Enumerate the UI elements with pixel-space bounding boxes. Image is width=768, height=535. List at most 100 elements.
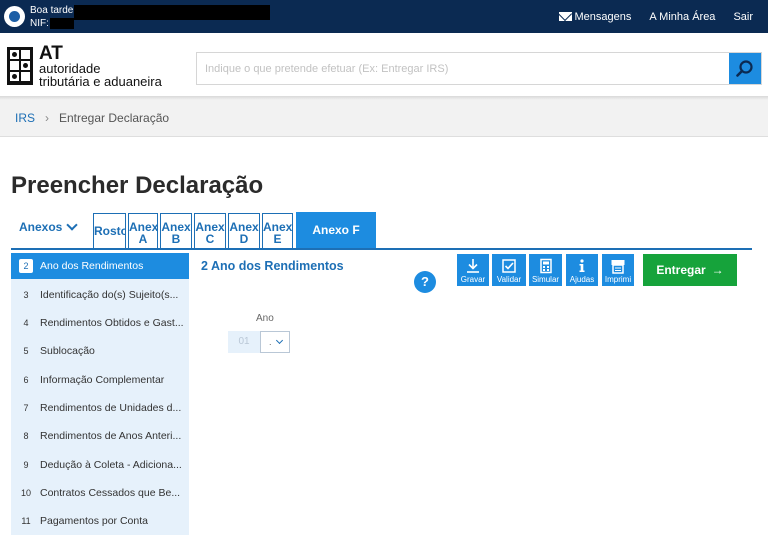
help-button[interactable]: ? [414,271,436,293]
sidebar-item-number: 6 [23,375,29,385]
redacted-name [74,5,270,20]
simular-label: Simular [531,275,560,284]
sidebar-item-label: Ano dos Rendimentos [40,260,144,272]
messages-link[interactable]: Mensagens [558,10,632,23]
sidebar-item-identificacao[interactable]: 3 Identificação do(s) Sujeito(s... [11,282,189,308]
user-avatar-icon [4,6,25,27]
simular-button[interactable]: Simular [529,254,562,286]
breadcrumb: IRS › Entregar Declaração [0,100,768,137]
tab-label: Rosto [94,224,126,238]
gravar-button[interactable]: Gravar [457,254,489,286]
chevron-down-icon [275,336,284,345]
sidebar-item-number: 10 [20,488,31,498]
info-icon [579,259,585,272]
sidebar-item-label: Pagamentos por Conta [40,515,148,527]
nif-label: NIF: [30,18,49,29]
arrow-right-icon: → [711,263,724,277]
ajudas-button[interactable]: Ajudas [566,254,598,286]
sidebar-item-number: 11 [21,516,31,526]
search-button[interactable] [729,53,761,84]
top-links: Mensagens A Minha Área Sair [541,0,753,33]
tab-sublabel: A [138,232,148,246]
ajudas-label: Ajudas [569,275,595,284]
search-box [196,52,762,85]
ano-prefix-field: 01 [228,331,260,353]
sidebar-item-rendimentos-anos-anteriores[interactable]: 8 Rendimentos de Anos Anteri... [11,423,189,449]
tab-sublabel: E [273,232,282,246]
sidebar-item-informacao-complementar[interactable]: 6 Informação Complementar [11,367,189,393]
ano-select[interactable]: . [260,331,290,353]
sidebar-item-number: 2 [19,259,33,273]
imprimir-button[interactable]: Imprimi [602,254,634,286]
my-area-link[interactable]: A Minha Área [649,11,715,23]
search-input[interactable] [205,53,725,84]
tab-sublabel: C [205,232,215,246]
sidebar-item-rendimentos-unidades[interactable]: 7 Rendimentos de Unidades d... [11,395,189,421]
redacted-nif [50,18,74,29]
imprimir-label: Imprimi [604,275,632,284]
mail-icon [558,12,572,21]
sidebar-item-label: Informação Complementar [40,374,165,386]
sidebar-item-number: 9 [23,460,29,470]
validar-label: Validar [496,275,522,284]
tab-anexo-c[interactable]: Anex C [194,213,226,249]
sidebar-item-label: Contratos Cessados que Be... [40,487,181,499]
sidebar-item-label: Rendimentos de Anos Anteri... [40,430,182,442]
breadcrumb-separator: › [45,111,49,125]
breadcrumb-current: Entregar Declaração [59,111,170,125]
search-icon [736,60,753,77]
section-title: 2 Ano dos Rendimentos [201,259,344,273]
sidebar-item-rendimentos-obtidos[interactable]: 4 Rendimentos Obtidos e Gast... [11,310,189,336]
greeting-text: Boa tarde, [30,5,77,16]
tab-label: Anexo F [312,223,360,237]
tab-anexo-a[interactable]: Anex A [128,213,158,249]
ano-select-value: . [269,337,272,347]
ano-label: Ano [256,313,274,324]
sidebar-item-number: 8 [23,431,29,441]
tab-anexo-f[interactable]: Anexo F [296,212,376,249]
top-bar: Boa tarde, NIF: Mensagens A Minha Área S… [0,0,768,33]
tab-anexo-d[interactable]: Anex D [228,213,260,249]
sidebar-item-label: Rendimentos Obtidos e Gast... [40,317,184,329]
validar-button[interactable]: Validar [492,254,526,286]
entregar-button[interactable]: Entregar → [643,254,737,286]
download-icon [467,259,479,273]
tab-sublabel: B [171,232,181,246]
tab-label: Anex [161,220,191,234]
sidebar-item-number: 3 [23,290,29,300]
sidebar-item-deducao-coleta[interactable]: 9 Dedução à Coleta - Adiciona... [11,452,189,478]
tab-sublabel: D [239,232,249,246]
page-title: Preencher Declaração [11,172,264,199]
anexos-dropdown-label: Anexos [19,220,63,234]
sidebar-item-pagamentos-por-conta[interactable]: 11 Pagamentos por Conta [11,508,189,534]
at-logo[interactable]: AT autoridade tributária e aduaneira [6,44,176,92]
sidebar-item-label: Dedução à Coleta - Adiciona... [40,459,182,471]
messages-label: Mensagens [574,10,632,23]
tab-label: Anex [263,220,293,234]
checkbox-check-icon [502,259,516,273]
tab-label: Anex [229,220,259,234]
anexos-dropdown[interactable]: Anexos [19,219,79,234]
chevron-down-icon [66,219,79,231]
logout-link[interactable]: Sair [733,11,753,23]
tab-label: Anex [129,220,158,234]
tab-anexo-e[interactable]: Anex E [262,213,293,249]
logo-line-2: tributária e aduaneira [39,74,162,89]
sidebar-item-contratos-cessados[interactable]: 10 Contratos Cessados que Be... [11,480,189,506]
gravar-label: Gravar [460,275,486,284]
printer-icon [611,260,625,274]
at-emblem-icon [7,47,33,85]
tab-underline [11,248,752,250]
sidebar-item-number: 4 [23,318,29,328]
sidebar-item-label: Rendimentos de Unidades d... [40,402,182,414]
tab-label: Anex [195,220,225,234]
sidebar-item-sublocacao[interactable]: 5 Sublocação [11,338,189,364]
sidebar-item-label: Sublocação [40,345,95,357]
tab-rosto[interactable]: Rosto [93,213,126,249]
sidebar-item-number: 7 [23,403,29,413]
breadcrumb-irs[interactable]: IRS [15,111,35,125]
sidebar-item-ano-dos-rendimentos[interactable]: 2 Ano dos Rendimentos [11,253,189,279]
section-sidebar: 2 Ano dos Rendimentos 3 Identificação do… [11,253,189,535]
calculator-icon [539,258,552,274]
tab-anexo-b[interactable]: Anex B [160,213,192,249]
